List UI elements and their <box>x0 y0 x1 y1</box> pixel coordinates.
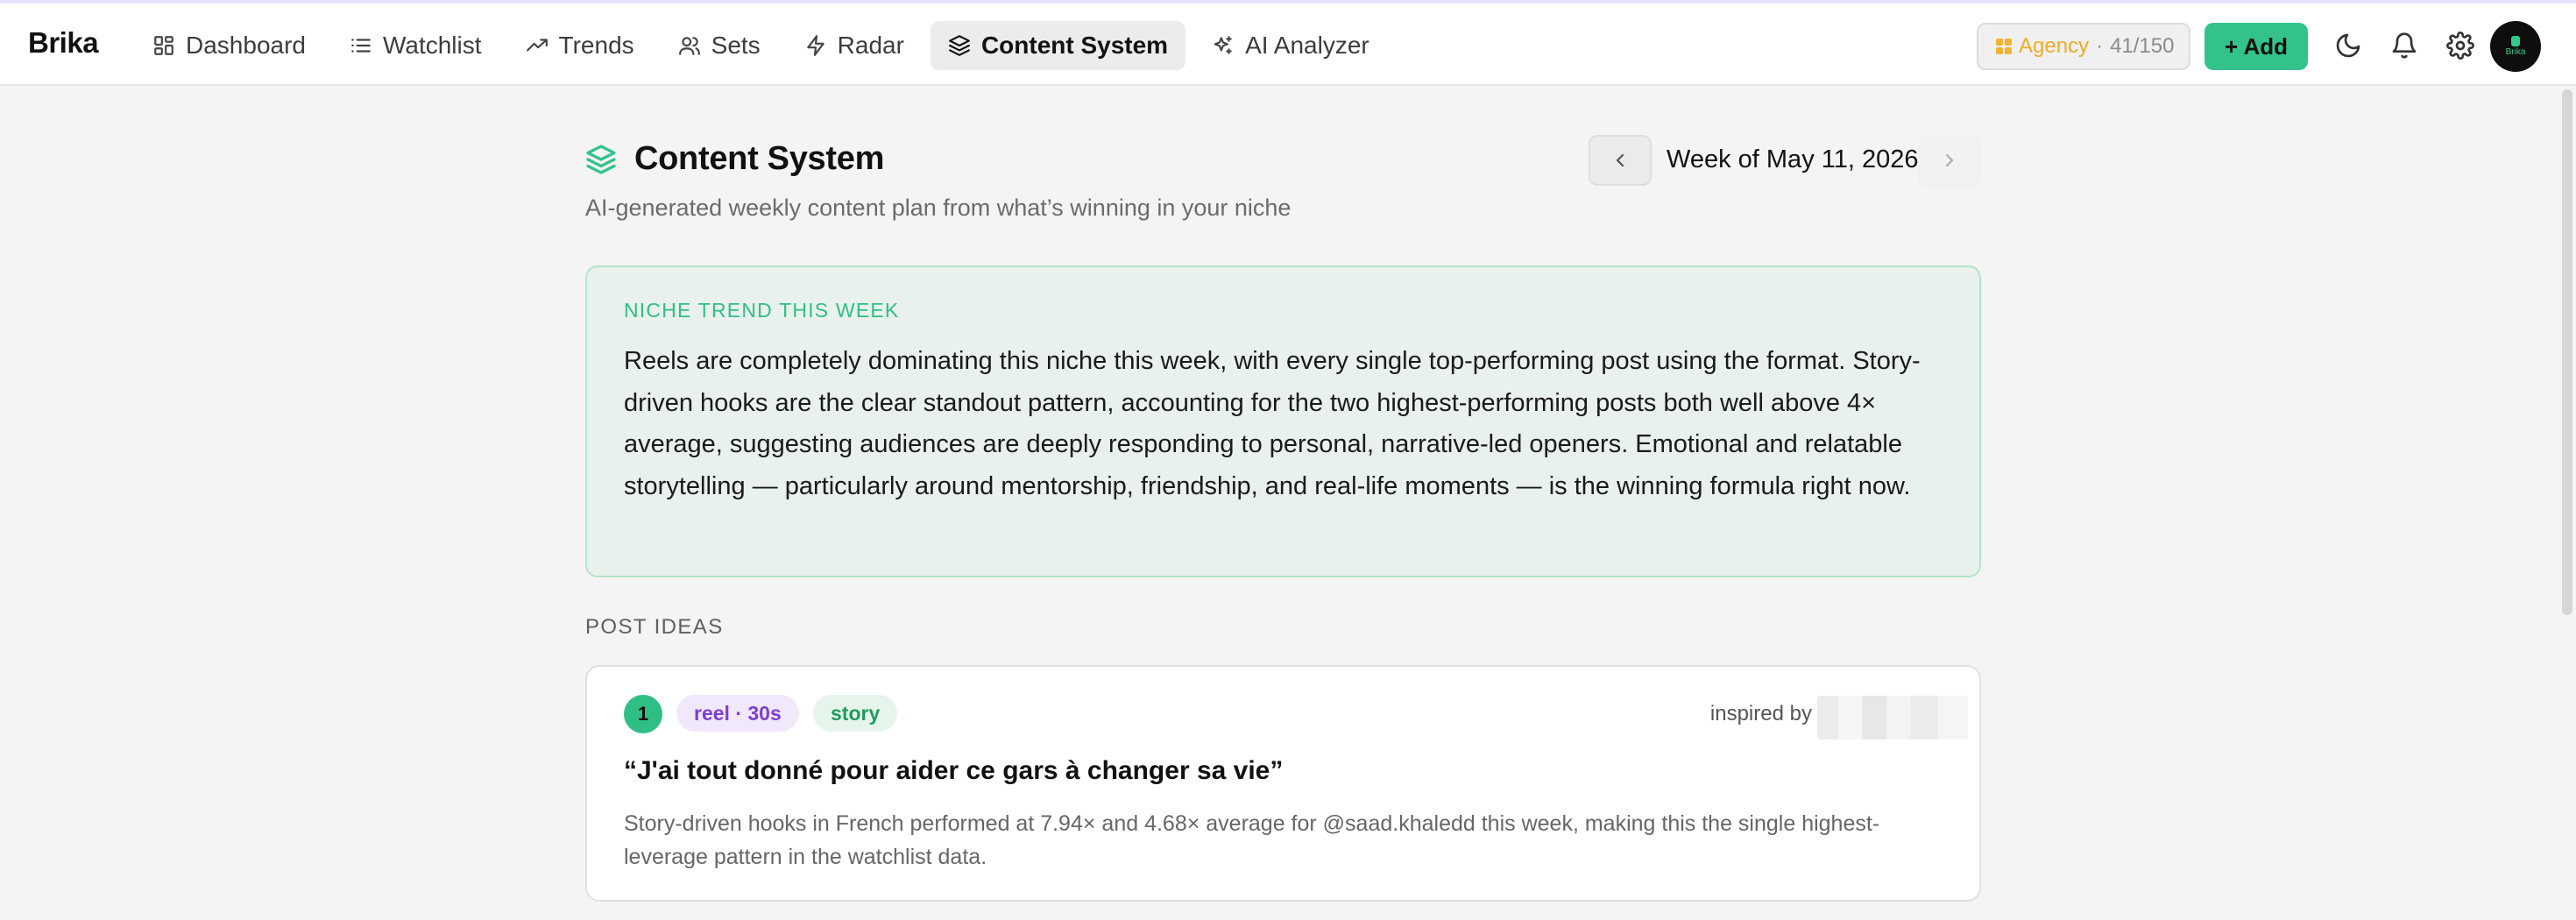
next-week-button[interactable] <box>1918 135 1981 186</box>
layers-icon <box>585 144 617 175</box>
avatar[interactable]: Brika <box>2490 21 2541 72</box>
trend-heading: NICHE TREND THIS WEEK <box>624 299 900 322</box>
idea-title: “J'ai tout donné pour aider ce gars à ch… <box>624 756 1284 785</box>
previous-week-button[interactable] <box>1589 135 1652 186</box>
post-idea-card[interactable]: 1 reel · 30s story inspired by @ “J'ai t… <box>585 665 1981 902</box>
nav-item-ai-analyzer[interactable]: AI Analyzer <box>1194 21 1387 70</box>
nav-item-dashboard[interactable]: Dashboard <box>135 21 323 70</box>
plan-badge[interactable]: Agency · 41/150 <box>1977 23 2190 70</box>
redacted-handle[interactable] <box>1817 696 1968 740</box>
nav-item-label: Sets <box>711 32 761 59</box>
week-label: Week of May 11, 2026 <box>1667 145 1919 173</box>
plan-name: Agency <box>2019 34 2090 58</box>
nav-item-label: Dashboard <box>186 32 306 59</box>
nav-item-label: Content System <box>980 32 1169 59</box>
plan-icon <box>1996 39 2012 54</box>
post-ideas-heading: POST IDEAS <box>585 615 724 639</box>
type-tag: story <box>813 695 898 732</box>
grid-icon <box>154 36 173 55</box>
nav-item-label: Radar <box>837 32 904 59</box>
idea-number-badge: 1 <box>624 695 662 733</box>
avatar-text: Brika <box>2505 47 2526 57</box>
bell-icon <box>2392 32 2417 59</box>
trending-up-icon <box>526 39 548 52</box>
add-button[interactable]: + Add <box>2204 23 2308 70</box>
nav-item-radar[interactable]: Radar <box>787 21 922 70</box>
nav-item-sets[interactable]: Sets <box>661 21 778 70</box>
main-nav: Dashboard Watchlist Trends Sets Radar Co… <box>135 21 1396 70</box>
list-icon <box>351 39 371 53</box>
users-icon <box>678 37 700 55</box>
nav-item-label: AI Analyzer <box>1245 32 1369 59</box>
format-tag: reel · 30s <box>676 695 799 732</box>
layers-icon <box>949 35 970 56</box>
top-nav-bar: Brika Dashboard Watchlist Trends Sets Ra… <box>0 0 2576 86</box>
notifications-button[interactable] <box>2390 32 2418 60</box>
plan-usage: 41/150 <box>2110 34 2175 58</box>
page-title: Content System <box>634 140 885 177</box>
niche-trend-card: NICHE TREND THIS WEEK Reels are complete… <box>585 265 1981 577</box>
nav-item-content-system[interactable]: Content System <box>930 21 1186 70</box>
nav-item-label: Watchlist <box>382 32 482 59</box>
avatar-logo-icon <box>2511 36 2520 46</box>
trend-summary: Reels are completely dominating this nic… <box>624 347 1921 500</box>
chevron-left-icon <box>1616 153 1624 167</box>
plan-separator: · <box>2096 34 2104 58</box>
sparkles-icon <box>1214 36 1232 54</box>
theme-toggle-button[interactable] <box>2334 32 2362 60</box>
nav-item-trends[interactable]: Trends <box>508 21 652 70</box>
nav-item-watchlist[interactable]: Watchlist <box>332 21 499 70</box>
settings-button[interactable] <box>2446 32 2474 60</box>
page-scrollbar[interactable] <box>2562 89 2572 615</box>
nav-item-label: Trends <box>558 32 634 59</box>
chevron-right-icon <box>1945 153 1954 167</box>
brand-logo[interactable]: Brika <box>28 26 99 60</box>
gear-icon <box>2446 32 2474 60</box>
idea-description: Story-driven hooks in French performed a… <box>624 811 1880 869</box>
moon-icon <box>2336 33 2360 58</box>
zap-icon <box>806 35 824 56</box>
page-subtitle: AI-generated weekly content plan from wh… <box>585 195 1292 221</box>
